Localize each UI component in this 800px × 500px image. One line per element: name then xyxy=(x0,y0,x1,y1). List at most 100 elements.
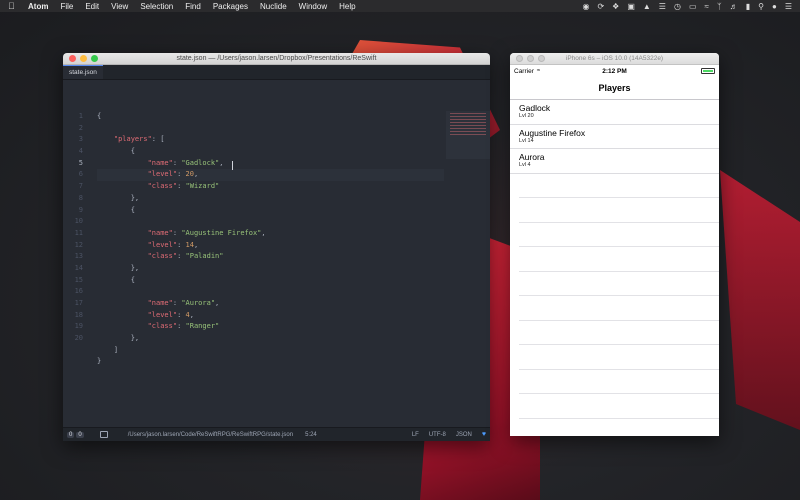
apple-menu-icon[interactable]:  xyxy=(8,1,18,11)
tab-state-json[interactable]: state.json xyxy=(63,65,103,79)
code-line: }, xyxy=(97,263,444,275)
players-table: Gadlock Lvl 20 Augustine Firefox Lvl 14 … xyxy=(510,100,719,419)
simulator-titlebar[interactable]: iPhone 6s – iOS 10.0 (14A5322e) xyxy=(510,53,719,65)
atom-window: state.json — /Users/jason.larsen/Dropbox… xyxy=(63,53,490,441)
punct: ] xyxy=(113,345,119,354)
wifi-icon[interactable]: ≈ xyxy=(705,2,709,11)
menu-view[interactable]: View xyxy=(111,2,128,11)
wallpaper-shape xyxy=(720,170,800,430)
line-number: 6 xyxy=(78,170,83,179)
menu-edit[interactable]: Edit xyxy=(85,2,99,11)
json-string: "Aurora" xyxy=(181,299,216,307)
code-line: "class": "Wizard" xyxy=(147,182,220,191)
volume-icon[interactable]: ♬ xyxy=(730,2,738,11)
empty-table-row xyxy=(519,296,719,321)
file-encoding[interactable]: UTF-8 xyxy=(429,432,446,438)
search-icon[interactable]: ⚲ xyxy=(758,2,764,11)
code-line: { xyxy=(97,205,444,217)
file-path[interactable]: /Users/jason.larsen/Code/ReSwiftRPG/ReSw… xyxy=(128,432,293,438)
json-string: "Ranger" xyxy=(185,322,220,331)
line-number: 15 xyxy=(74,275,83,284)
json-string: "Gadlock" xyxy=(181,158,220,167)
punct: { xyxy=(130,205,135,214)
line-number-current: 5 xyxy=(78,158,83,167)
menu-packages[interactable]: Packages xyxy=(213,2,248,11)
empty-table-row xyxy=(519,345,719,370)
menu-find[interactable]: Find xyxy=(185,2,201,11)
menu-app-name[interactable]: Atom xyxy=(28,2,48,11)
player-level: Lvl 20 xyxy=(519,113,534,119)
atom-titlebar[interactable]: state.json — /Users/jason.larsen/Dropbox… xyxy=(63,53,490,65)
empty-table-row xyxy=(519,247,719,272)
code-line: ] xyxy=(97,345,444,357)
json-number: 14 xyxy=(185,240,194,249)
code-line: "name": "Gadlock", xyxy=(147,158,224,167)
menu-icon[interactable]: ☰ xyxy=(659,2,666,11)
code-line: { xyxy=(97,111,444,123)
line-number: 16 xyxy=(74,287,83,296)
json-key: "class" xyxy=(147,252,178,261)
code-lines: { "players": [ { "name": "Gadlock", "lev… xyxy=(97,111,444,368)
tab-bar: state.json xyxy=(63,65,490,80)
menu-selection[interactable]: Selection xyxy=(140,2,173,11)
atom-window-title: state.json — /Users/jason.larsen/Dropbox… xyxy=(176,55,377,62)
table-row[interactable]: Gadlock Lvl 20 xyxy=(510,100,719,125)
sync-icon[interactable]: ⟳ xyxy=(597,2,604,11)
json-key: "class" xyxy=(147,322,178,331)
json-key: "name" xyxy=(147,158,173,167)
line-number: 19 xyxy=(74,322,83,331)
menu-bar:  Atom File Edit View Selection Find Pac… xyxy=(0,0,800,12)
github-icon[interactable]: ♥ xyxy=(482,431,486,438)
cursor-position[interactable]: 5:24 xyxy=(305,432,317,438)
display-icon[interactable]: ▣ xyxy=(627,2,635,11)
punct: } xyxy=(97,357,102,366)
code-line: "name": "Aurora", xyxy=(147,299,220,307)
line-ending[interactable]: LF xyxy=(412,432,419,438)
table-row[interactable]: Aurora Lvl 4 xyxy=(510,149,719,174)
warning-count[interactable]: 0 xyxy=(76,431,84,438)
table-row[interactable]: Augustine Firefox Lvl 14 xyxy=(510,125,719,149)
code-line: } xyxy=(97,356,444,368)
battery-icon[interactable]: ▮ xyxy=(746,2,750,11)
line-number: 1 xyxy=(78,112,83,120)
minimap[interactable] xyxy=(446,111,490,159)
menu-help[interactable]: Help xyxy=(339,2,355,11)
file-icon[interactable] xyxy=(99,431,108,438)
line-number: 17 xyxy=(74,299,83,307)
code-editor[interactable]: 1 2 3 4 5 6 7 8 9 10 11 12 13 14 15 16 1… xyxy=(63,80,490,426)
menu-window[interactable]: Window xyxy=(299,2,327,11)
punct: : [ xyxy=(151,135,165,144)
app-icon[interactable]: ▲ xyxy=(643,2,651,11)
dropbox-icon[interactable]: ❖ xyxy=(612,2,619,11)
json-key: "level" xyxy=(147,170,178,179)
notification-center-icon[interactable]: ☰ xyxy=(785,2,792,11)
status-icon[interactable]: ◉ xyxy=(582,2,589,11)
airplay-icon[interactable]: ▭ xyxy=(689,2,697,11)
code-line: { xyxy=(97,275,444,287)
punct: { xyxy=(130,275,135,284)
grammar-selector[interactable]: JSON xyxy=(456,432,472,438)
line-number: 11 xyxy=(74,228,83,237)
code-line: "players": [ xyxy=(97,134,444,146)
empty-table-row xyxy=(519,174,719,198)
empty-table-row xyxy=(519,321,719,345)
line-number: 20 xyxy=(74,334,83,343)
bluetooth-icon[interactable]: ᛉ xyxy=(717,2,722,11)
clock-icon[interactable]: ◷ xyxy=(674,2,681,11)
error-count[interactable]: 0 xyxy=(67,431,75,438)
json-key: "name" xyxy=(147,228,173,237)
code-line: { xyxy=(97,146,444,158)
player-level: Lvl 14 xyxy=(519,137,534,144)
player-name: Augustine Firefox xyxy=(519,127,586,138)
line-number: 3 xyxy=(78,135,83,144)
line-number: 10 xyxy=(74,217,83,226)
siri-icon[interactable]: ● xyxy=(772,2,777,11)
menu-extras: ◉ ⟳ ❖ ▣ ▲ ☰ ◷ ▭ ≈ ᛉ ♬ ▮ ⚲ ● ☰ xyxy=(582,2,792,11)
punct: { xyxy=(130,147,135,156)
ios-status-bar: Carrier ≈ 2:12 PM xyxy=(510,65,719,77)
menu-nuclide[interactable]: Nuclide xyxy=(260,2,287,11)
code-line: "class": "Ranger" xyxy=(147,322,220,331)
menu-file[interactable]: File xyxy=(60,2,73,11)
